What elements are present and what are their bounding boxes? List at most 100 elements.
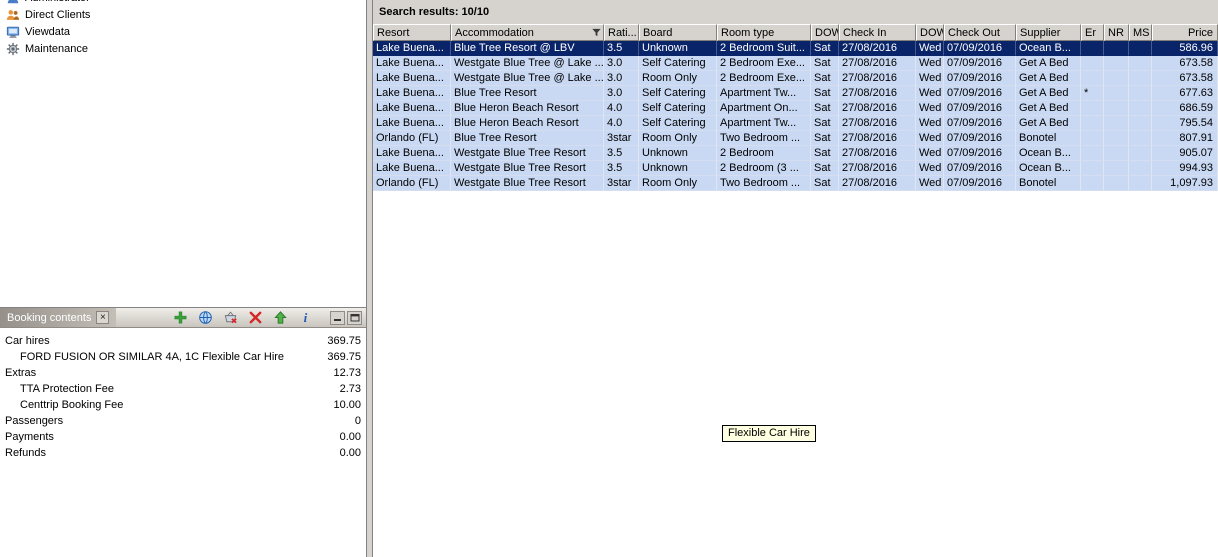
cell-nr xyxy=(1104,56,1129,71)
result-row[interactable]: Lake Buena... Blue Heron Beach Resort 4.0 S… xyxy=(373,116,1218,131)
result-row[interactable]: Lake Buena... Westgate Blue Tree Resort 3.… xyxy=(373,146,1218,161)
column-header-accommodation[interactable]: Accommodation xyxy=(451,24,604,41)
cell-dow: Sat xyxy=(811,116,839,131)
minimize-button[interactable] xyxy=(330,310,345,325)
cell-supplier: Get A Bed xyxy=(1016,56,1081,71)
tree-item-label: Direct Clients xyxy=(25,8,91,21)
result-row[interactable]: Lake Buena... Blue Heron Beach Resort 4.0 S… xyxy=(373,101,1218,116)
cell-er: * xyxy=(1081,86,1104,101)
booking-row[interactable]: Centtrip Booking Fee 10.00 xyxy=(0,397,366,413)
booking-row-label: Centtrip Booking Fee xyxy=(20,399,124,411)
booking-row[interactable]: Passengers 0 xyxy=(0,413,366,429)
basket-remove-icon[interactable] xyxy=(222,309,239,326)
cell-check-out: 07/09/2016 xyxy=(944,146,1016,161)
cell-dow: Sat xyxy=(811,101,839,116)
filter-icon[interactable] xyxy=(591,27,602,40)
cell-check-in: 27/08/2016 xyxy=(839,176,916,191)
cell-check-in: 27/08/2016 xyxy=(839,161,916,176)
cell-resort: Lake Buena... xyxy=(373,101,451,116)
result-row[interactable]: Orlando (FL) Westgate Blue Tree Resort 3st… xyxy=(373,176,1218,191)
cell-room-type: Apartment Tw... xyxy=(717,86,811,101)
booking-row[interactable]: TTA Protection Fee 2.73 xyxy=(0,381,366,397)
result-row[interactable]: Lake Buena... Blue Tree Resort 3.0 Self Cat… xyxy=(373,86,1218,101)
column-header-label: Price xyxy=(1187,27,1213,39)
cell-accommodation: Blue Tree Resort xyxy=(451,86,604,101)
cell-ms xyxy=(1129,161,1152,176)
column-header-dow[interactable]: DOW xyxy=(916,24,944,41)
cell-nr xyxy=(1104,146,1129,161)
column-header-ms[interactable]: MS xyxy=(1129,24,1152,41)
cell-check-out: 07/09/2016 xyxy=(944,86,1016,101)
cell-accommodation: Westgate Blue Tree @ Lake ... xyxy=(451,71,604,86)
column-header-nr[interactable]: NR xyxy=(1104,24,1129,41)
result-row[interactable]: Lake Buena... Blue Tree Resort @ LBV 3.5 Un… xyxy=(373,41,1218,56)
booking-row-value: 0 xyxy=(354,415,361,427)
cell-dow: Sat xyxy=(811,41,839,56)
cell-ms xyxy=(1129,131,1152,146)
booking-row-label: Passengers xyxy=(5,415,64,427)
cell-dow: Wed xyxy=(916,176,944,191)
tree-item-direct-clients[interactable]: Direct Clients xyxy=(0,6,366,23)
cell-rati: 3star xyxy=(604,176,639,191)
booking-row[interactable]: Extras 12.73 xyxy=(0,365,366,381)
cell-room-type: Two Bedroom ... xyxy=(717,131,811,146)
column-header-er[interactable]: Er xyxy=(1081,24,1104,41)
tree-item-viewdata[interactable]: Viewdata xyxy=(0,23,366,40)
cell-er xyxy=(1081,131,1104,146)
cell-board: Unknown xyxy=(639,41,717,56)
column-header-label: Check Out xyxy=(948,27,1000,39)
globe-icon[interactable] xyxy=(197,309,214,326)
cell-room-type: 2 Bedroom Exe... xyxy=(717,56,811,71)
cell-resort: Orlando (FL) xyxy=(373,131,451,146)
column-header-board[interactable]: Board xyxy=(639,24,717,41)
maximize-button[interactable] xyxy=(347,310,362,325)
result-row[interactable]: Lake Buena... Westgate Blue Tree @ Lake .… xyxy=(373,71,1218,86)
delete-icon[interactable] xyxy=(247,309,264,326)
result-row[interactable]: Lake Buena... Westgate Blue Tree @ Lake .… xyxy=(373,56,1218,71)
column-header-check-out[interactable]: Check Out xyxy=(944,24,1016,41)
column-header-check-in[interactable]: Check In xyxy=(839,24,916,41)
cell-ms xyxy=(1129,56,1152,71)
cell-resort: Lake Buena... xyxy=(373,161,451,176)
result-row[interactable]: Orlando (FL) Blue Tree Resort 3star Room On… xyxy=(373,131,1218,146)
cell-price: 677.63 xyxy=(1152,86,1218,101)
column-header-label: Resort xyxy=(377,27,410,39)
info-icon[interactable]: i xyxy=(297,309,314,326)
column-header-label: Room type xyxy=(721,27,775,39)
column-header-supplier[interactable]: Supplier xyxy=(1016,24,1081,41)
column-header-dow[interactable]: DOW xyxy=(811,24,839,41)
cell-accommodation: Westgate Blue Tree @ Lake ... xyxy=(451,56,604,71)
booking-row-label: FORD FUSION OR SIMILAR 4A, 1C Flexible C… xyxy=(20,351,285,363)
booking-row-value: 10.00 xyxy=(333,399,361,411)
tab-booking-contents[interactable]: Booking contents × xyxy=(0,308,117,327)
tree-item-maintenance[interactable]: Maintenance xyxy=(0,40,366,57)
booking-row[interactable]: Refunds 0.00 xyxy=(0,445,366,461)
cell-ms xyxy=(1129,41,1152,56)
booking-row[interactable]: Car hires 369.75 xyxy=(0,333,366,349)
cell-price: 795.54 xyxy=(1152,116,1218,131)
close-icon[interactable]: × xyxy=(96,311,110,324)
cell-nr xyxy=(1104,116,1129,131)
cell-dow: Wed xyxy=(916,71,944,86)
result-row[interactable]: Lake Buena... Westgate Blue Tree Resort 3.… xyxy=(373,161,1218,176)
booking-row-label: Car hires xyxy=(5,335,50,347)
cell-dow: Wed xyxy=(916,116,944,131)
column-header-resort[interactable]: Resort xyxy=(373,24,451,41)
booking-row[interactable]: FORD FUSION OR SIMILAR 4A, 1C Flexible C… xyxy=(0,349,366,365)
add-icon[interactable] xyxy=(172,309,189,326)
cell-nr xyxy=(1104,71,1129,86)
cell-er xyxy=(1081,56,1104,71)
booking-row[interactable]: Payments 0.00 xyxy=(0,429,366,445)
cell-accommodation: Westgate Blue Tree Resort xyxy=(451,176,604,191)
column-header-room-type[interactable]: Room type xyxy=(717,24,811,41)
upload-icon[interactable] xyxy=(272,309,289,326)
cell-ms xyxy=(1129,116,1152,131)
column-header-label: Accommodation xyxy=(455,27,534,39)
vertical-splitter[interactable] xyxy=(366,0,373,557)
column-header-rati[interactable]: Rati... xyxy=(604,24,639,41)
cell-resort: Lake Buena... xyxy=(373,86,451,101)
column-header-label: Er xyxy=(1085,27,1096,39)
booking-row-value: 2.73 xyxy=(339,383,361,395)
column-header-price[interactable]: Price xyxy=(1152,24,1218,41)
column-header-label: Rati... xyxy=(608,27,637,39)
